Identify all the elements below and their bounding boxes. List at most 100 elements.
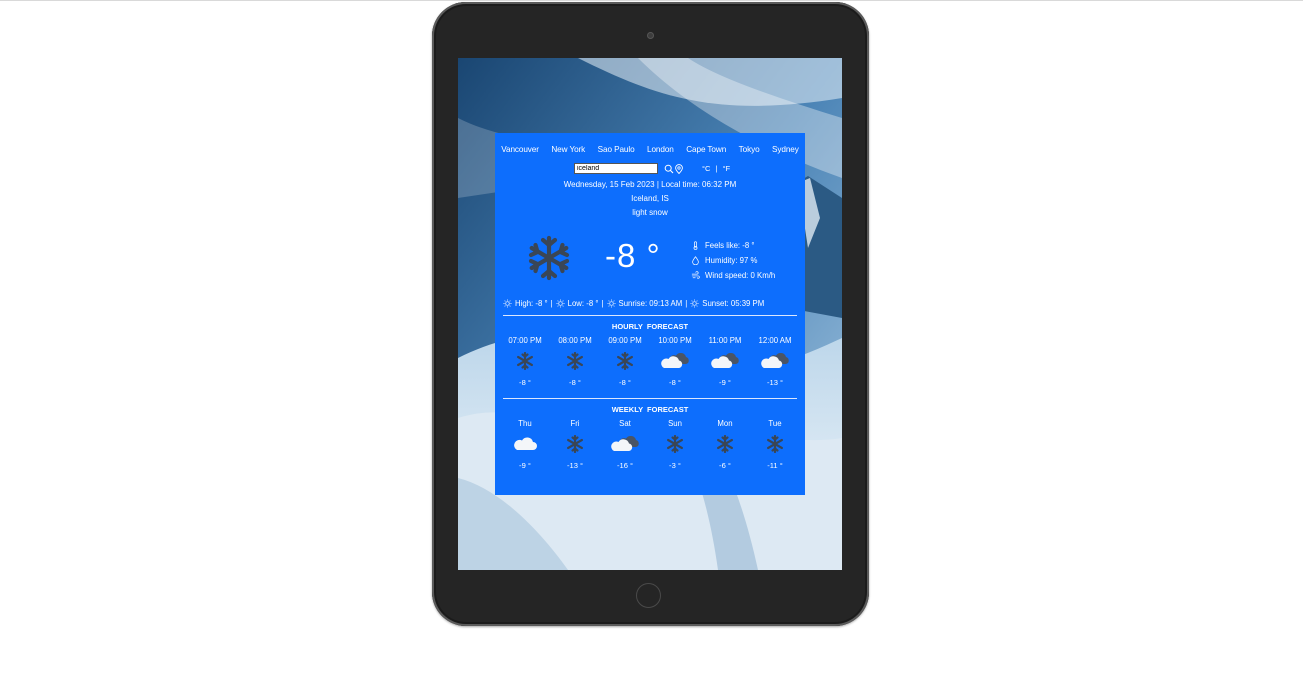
forecast-temp: -11 ° — [767, 461, 783, 470]
forecast-day: Mon — [717, 419, 733, 428]
forecast-day: Sun — [668, 419, 682, 428]
hourly-item: 11:00 PM -9 ° — [700, 336, 750, 387]
hourly-item: 07:00 PM -8 ° — [500, 336, 550, 387]
forecast-time: 08:00 PM — [558, 336, 592, 345]
city-link-cape-town[interactable]: Cape Town — [686, 145, 726, 154]
high-temp-text: High: -8 ° — [515, 299, 548, 308]
weekly-forecast-row: Thu -9 ° Fri -13 ° Sat -16 ° Sun -3 ° Mo… — [500, 419, 800, 470]
location-text: Iceland, IS — [631, 194, 669, 203]
low-temp-text: Low: -8 ° — [567, 299, 599, 308]
forecast-day: Sat — [619, 419, 631, 428]
snowflake-icon — [616, 352, 634, 370]
stats-separator: | — [685, 299, 688, 308]
weekly-item: Sat -16 ° — [600, 419, 650, 470]
feels-like-text: Feels like: -8 ° — [705, 241, 755, 250]
hourly-item: 10:00 PM -8 ° — [650, 336, 700, 387]
search-icon[interactable] — [664, 164, 674, 174]
feels-like-row: Feels like: -8 ° — [691, 238, 775, 253]
droplet-icon — [692, 256, 699, 265]
hourly-item: 12:00 AM -13 ° — [750, 336, 800, 387]
snowflake-icon — [666, 435, 684, 453]
weekly-item: Mon -6 ° — [700, 419, 750, 470]
weekly-item: Thu -9 ° — [500, 419, 550, 470]
weather-card: Vancouver New York Sao Paulo London Cape… — [495, 133, 805, 495]
forecast-temp: -13 ° — [566, 461, 584, 470]
sunrise-text: Sunrise: 09:13 AM — [618, 299, 683, 308]
humidity-row: Humidity: 97 % — [691, 253, 775, 268]
sunset-icon — [690, 299, 699, 308]
snowflake-icon — [766, 435, 784, 453]
forecast-day: Fri — [570, 419, 580, 428]
city-nav: Vancouver New York Sao Paulo London Cape… — [495, 145, 805, 154]
top-border — [0, 0, 1303, 1]
city-link-tokyo[interactable]: Tokyo — [739, 145, 760, 154]
forecast-temp: -9 ° — [719, 378, 731, 387]
hourly-item: 08:00 PM -8 ° — [550, 336, 600, 387]
humidity-text: Humidity: 97 % — [705, 256, 758, 265]
snowflake-icon — [716, 435, 734, 453]
celsius-button[interactable]: °C — [702, 164, 710, 173]
forecast-time: 09:00 PM — [608, 336, 642, 345]
thermometer-icon — [693, 241, 698, 250]
unit-toggle: °C | °F — [702, 164, 730, 173]
sunrise-icon — [606, 299, 616, 308]
fahrenheit-button[interactable]: °F — [723, 164, 731, 173]
condition-text: light snow — [632, 208, 668, 217]
weekly-item: Sun -3 ° — [650, 419, 700, 470]
forecast-day: Tue — [768, 419, 782, 428]
broken-clouds-icon — [711, 352, 739, 368]
snowflake-icon — [528, 235, 570, 281]
hourly-forecast-title: HOURLY FORECAST — [611, 322, 689, 331]
city-link-sydney[interactable]: Sydney — [772, 145, 799, 154]
weekly-item: Tue -11 ° — [750, 419, 800, 470]
stats-separator: | — [601, 299, 604, 308]
hourly-forecast-row: 07:00 PM -8 ° 08:00 PM -8 ° 09:00 PM -8 … — [500, 336, 800, 387]
forecast-time: 11:00 PM — [708, 336, 742, 345]
forecast-temp: -8 ° — [619, 378, 631, 387]
sun-icon — [556, 299, 565, 308]
forecast-temp: -8 ° — [519, 378, 531, 387]
forecast-time: 07:00 PM — [508, 336, 542, 345]
broken-clouds-icon — [761, 352, 789, 368]
city-link-london[interactable]: London — [647, 145, 674, 154]
location-pin-icon[interactable] — [674, 164, 684, 174]
forecast-temp: -6 ° — [719, 461, 731, 470]
city-link-new-york[interactable]: New York — [551, 145, 585, 154]
camera-dot — [647, 32, 654, 39]
forecast-temp: -9 ° — [519, 461, 531, 470]
sunset-text: Sunset: 05:39 PM — [702, 299, 765, 308]
forecast-temp: -8 ° — [669, 378, 681, 387]
snowflake-icon — [566, 435, 584, 453]
city-link-vancouver[interactable]: Vancouver — [501, 145, 539, 154]
broken-clouds-icon — [661, 352, 689, 368]
search-input[interactable] — [574, 163, 658, 174]
divider — [503, 315, 797, 316]
forecast-temp: -16 ° — [616, 461, 634, 470]
divider — [503, 398, 797, 399]
forecast-temp: -13 ° — [766, 378, 784, 387]
city-link-sao-paulo[interactable]: Sao Paulo — [598, 145, 635, 154]
cloud-icon — [514, 437, 537, 450]
wind-speed-text: Wind speed: 0 Km/h — [705, 271, 776, 280]
home-button[interactable] — [636, 583, 661, 608]
sun-icon — [503, 299, 512, 308]
weekly-forecast-title: WEEKLY FORECAST — [611, 405, 689, 414]
weekly-item: Fri -13 ° — [550, 419, 600, 470]
daily-stats-row: High: -8 ° | Low: -8 ° | Sunrise: 09:13 … — [503, 299, 799, 308]
date-time-text: Wednesday, 15 Feb 2023 | Local time: 06:… — [563, 180, 737, 189]
wind-row: Wind speed: 0 Km/h — [691, 268, 775, 283]
broken-clouds-icon — [611, 435, 639, 451]
forecast-day: Thu — [518, 419, 532, 428]
current-details: Feels like: -8 ° Humidity: 97 % Wind spe… — [691, 238, 775, 283]
snowflake-icon — [516, 352, 534, 370]
wind-icon — [691, 271, 700, 279]
hourly-item: 09:00 PM -8 ° — [600, 336, 650, 387]
current-temperature: -8 ° — [605, 237, 661, 274]
forecast-time: 10:00 PM — [658, 336, 692, 345]
search-row: °C | °F — [495, 163, 805, 175]
forecast-temp: -8 ° — [569, 378, 581, 387]
forecast-temp: -3 ° — [669, 461, 681, 470]
forecast-time: 12:00 AM — [758, 336, 792, 345]
snowflake-icon — [566, 352, 584, 370]
stats-separator: | — [550, 299, 553, 308]
